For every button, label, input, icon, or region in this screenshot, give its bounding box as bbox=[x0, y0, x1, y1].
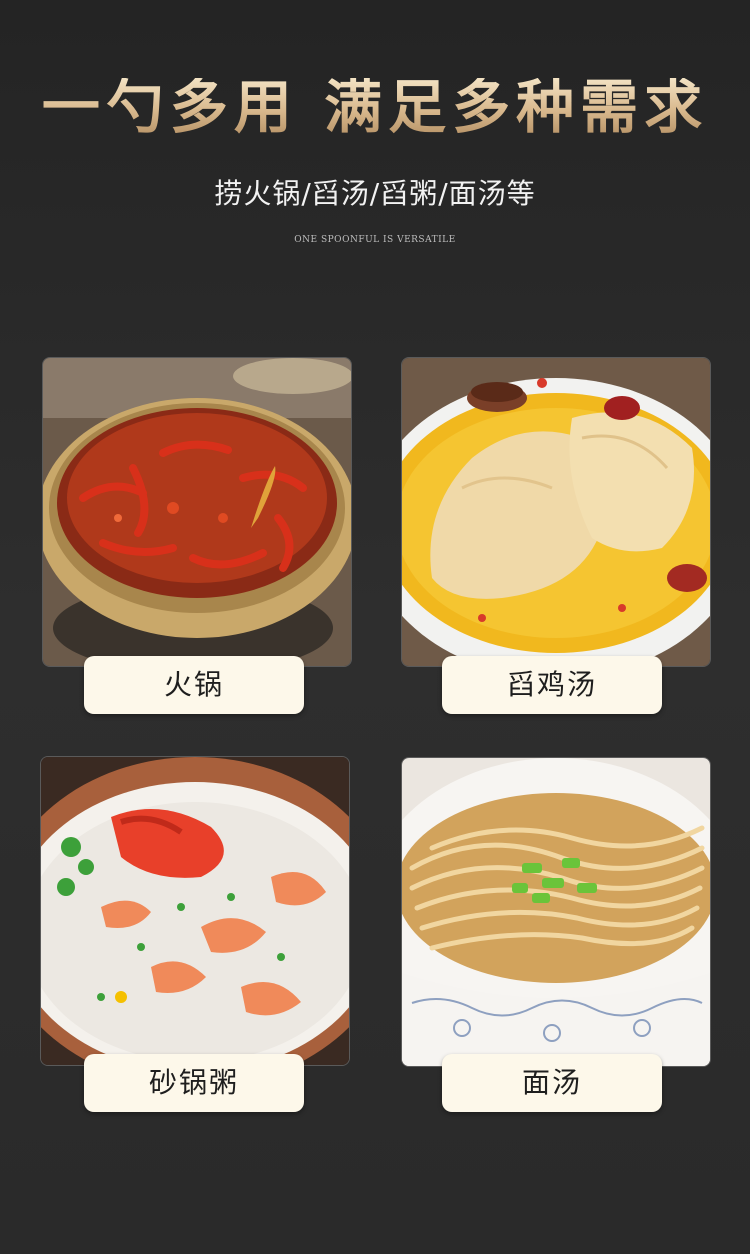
page-title: 一勺多用 满足多种需求 bbox=[0, 78, 750, 136]
english-caption: ONE SPOONFUL IS VERSATILE bbox=[294, 235, 456, 245]
page-background: 一勺多用 满足多种需求 捞火锅/舀汤/舀粥/面汤等 ONE SPOONFUL I… bbox=[0, 0, 750, 1254]
hotpot-image bbox=[42, 357, 352, 667]
use-label-congee: 砂锅粥 bbox=[84, 1054, 304, 1112]
use-label-hotpot: 火锅 bbox=[84, 656, 304, 714]
chicken-soup-image bbox=[401, 357, 711, 667]
seafood-congee-image bbox=[40, 756, 350, 1066]
page-subtitle: 捞火锅/舀汤/舀粥/面汤等 bbox=[214, 177, 536, 210]
use-label-noodle-soup: 面汤 bbox=[442, 1054, 662, 1112]
noodle-soup-image bbox=[401, 757, 711, 1067]
use-label-chicken-soup: 舀鸡汤 bbox=[442, 656, 662, 714]
